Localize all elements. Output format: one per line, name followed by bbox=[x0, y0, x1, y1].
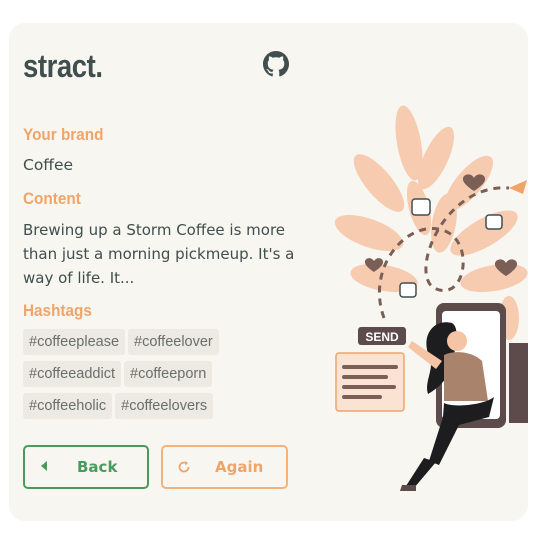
content-text: Brewing up a Storm Coffee is more than j… bbox=[23, 221, 295, 287]
hashtag-list: #coffeeplease #coffeelover #coffeeaddict #… bbox=[23, 329, 233, 425]
caret-left-icon bbox=[41, 461, 47, 471]
hashtag-chip: #coffeeholic bbox=[23, 393, 113, 419]
hashtag-chip: #coffeeaddict bbox=[23, 361, 121, 387]
hashtag-chip: #coffeelover bbox=[128, 329, 219, 355]
back-button-label: Back bbox=[77, 458, 118, 476]
hashtag-chip: #coffeeplease bbox=[23, 329, 126, 355]
generator-card: stract. Your brand Coffee Content Brewin… bbox=[9, 23, 528, 521]
send-label: SEND bbox=[365, 330, 399, 344]
refresh-icon bbox=[178, 461, 190, 473]
hashtag-chip: #coffeelovers bbox=[115, 393, 214, 419]
github-icon[interactable] bbox=[263, 51, 289, 77]
brand-value: Coffee bbox=[23, 156, 74, 174]
again-button[interactable]: Again bbox=[161, 445, 288, 489]
brand-label: Your brand bbox=[23, 125, 104, 144]
social-media-illustration: SEND bbox=[334, 105, 528, 491]
stract-logo: stract. bbox=[23, 48, 103, 84]
again-button-label: Again bbox=[215, 458, 264, 476]
hashtag-chip: #coffeeporn bbox=[124, 361, 213, 387]
hashtags-label: Hashtags bbox=[23, 301, 92, 320]
content-label: Content bbox=[23, 189, 81, 208]
back-button[interactable]: Back bbox=[23, 445, 149, 489]
